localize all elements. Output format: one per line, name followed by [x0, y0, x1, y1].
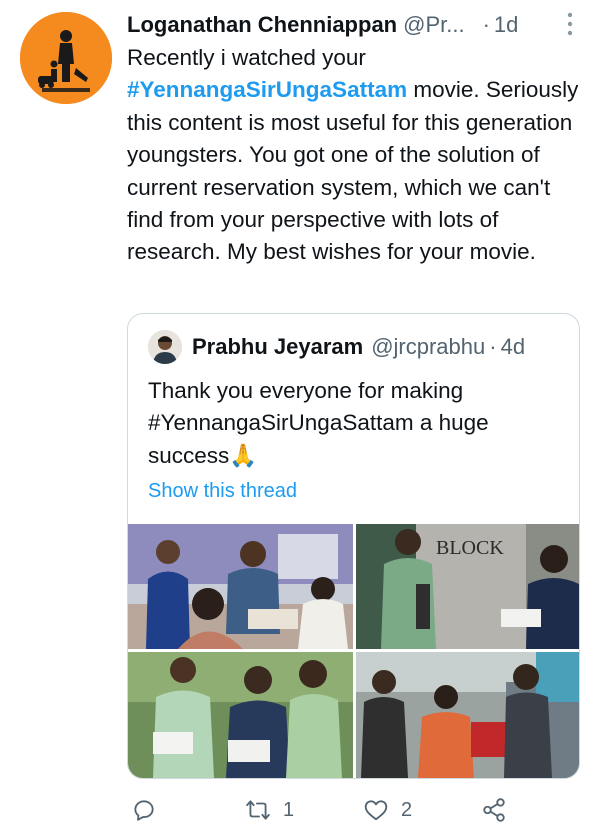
quoted-author-handle: @jrcprabhu: [371, 334, 486, 359]
photo-2[interactable]: BLOCK: [356, 524, 579, 649]
tweet-text: Recently i watched your #YennangaSirUnga…: [127, 42, 587, 269]
quoted-tweet-text: Thank you everyone for making #YennangaS…: [148, 378, 489, 468]
photo-4[interactable]: [356, 652, 579, 778]
tweet-time[interactable]: 1d: [494, 12, 518, 38]
share-button[interactable]: [481, 790, 507, 830]
photo-sign-text: BLOCK: [436, 537, 504, 559]
show-thread-link[interactable]: Show this thread: [148, 480, 297, 503]
tweet-text-after: movie. Seriously this content is most us…: [127, 77, 579, 265]
like-icon: [364, 800, 388, 821]
share-icon: [483, 798, 505, 822]
quoted-tweet-header: Prabhu Jeyaram @jrcprabhu · 4d: [148, 328, 525, 366]
author-avatar[interactable]: [20, 12, 112, 104]
tweet-actions: 1 2: [127, 790, 587, 830]
quoted-author-avatar: [148, 330, 182, 364]
hashtag-link[interactable]: #YennangaSirUngaSattam: [127, 77, 407, 102]
photo-1[interactable]: [128, 524, 353, 649]
quoted-author-name: Prabhu Jeyaram: [192, 334, 364, 359]
time-separator: ·: [482, 12, 490, 37]
quoted-time-separator: ·: [489, 334, 497, 359]
photo-3[interactable]: [128, 652, 353, 778]
reply-icon: [134, 800, 154, 821]
like-count: 2: [401, 798, 413, 821]
retweet-count: 1: [283, 798, 295, 821]
author-name[interactable]: Loganathan Chenniappan: [127, 12, 397, 38]
tweet-text-before: Recently i watched your: [127, 45, 366, 70]
retweet-icon: [246, 800, 270, 820]
photo-grid: BLOCK: [128, 524, 579, 778]
quoted-tweet[interactable]: Prabhu Jeyaram @jrcprabhu · 4d Thank you…: [127, 313, 580, 779]
like-button[interactable]: 2: [363, 790, 412, 830]
tweet-header: Loganathan Chenniappan @Pr... · 1d: [127, 10, 587, 40]
author-handle[interactable]: @Pr...: [403, 12, 464, 38]
avatar-logo-image: [20, 12, 112, 104]
more-vertical-icon[interactable]: [567, 12, 573, 36]
reply-button[interactable]: [131, 790, 169, 830]
retweet-button[interactable]: 1: [245, 790, 294, 830]
quoted-tweet-time: 4d: [500, 334, 526, 359]
